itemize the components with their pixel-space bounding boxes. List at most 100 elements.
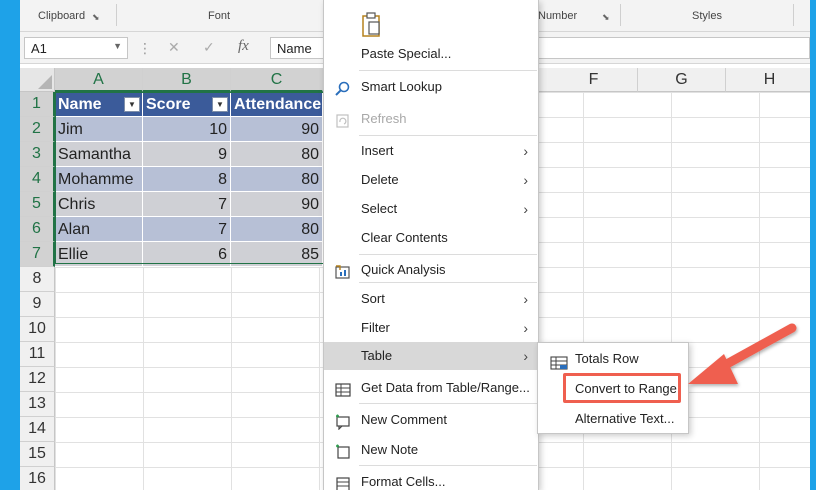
- menu-separator: [359, 135, 537, 136]
- menu-item-get-data[interactable]: Get Data from Table/Range...: [324, 374, 538, 402]
- column-header-b[interactable]: B: [143, 68, 231, 92]
- chevron-right-icon: ›: [523, 201, 528, 217]
- insert-function-icon[interactable]: fx: [238, 38, 249, 55]
- ribbon-group-font: Font: [208, 10, 231, 22]
- ribbon-group-number: Number: [538, 10, 578, 22]
- menu-item-quick-analysis[interactable]: Quick Analysis: [324, 256, 538, 284]
- menu-item-smart-lookup[interactable]: Smart Lookup: [324, 73, 538, 101]
- name-box-value: A1: [31, 41, 47, 56]
- menu-item-filter[interactable]: Filter ›: [324, 314, 538, 342]
- table-cell-attendance[interactable]: 90: [231, 117, 323, 142]
- table-cell-score[interactable]: 7: [143, 217, 231, 242]
- menu-item-label: Refresh: [361, 111, 407, 126]
- ribbon-separator: [793, 4, 794, 26]
- row-header-13[interactable]: 13: [20, 392, 55, 417]
- name-box-dropdown-icon[interactable]: ▼: [113, 41, 122, 51]
- table-cell-score[interactable]: 7: [143, 192, 231, 217]
- table-cell-score[interactable]: 10: [143, 117, 231, 142]
- row-header-4[interactable]: 4: [20, 167, 55, 192]
- row-header-2[interactable]: 2: [20, 117, 55, 142]
- column-header-a[interactable]: A: [55, 68, 143, 92]
- window-frame-right: [810, 0, 816, 490]
- table-cell-attendance[interactable]: 90: [231, 192, 323, 217]
- table-cell-name[interactable]: Chris: [55, 192, 143, 217]
- window-frame-left: [0, 0, 20, 490]
- row-header-6[interactable]: 6: [20, 217, 55, 242]
- table-cell-name[interactable]: Ellie: [55, 242, 143, 267]
- menu-item-label: New Comment: [361, 412, 447, 427]
- table-header-cell[interactable]: Score ▼: [143, 92, 231, 117]
- menu-item-label: Smart Lookup: [361, 79, 442, 94]
- table-cell-score[interactable]: 6: [143, 242, 231, 267]
- new-comment-icon: [334, 412, 352, 431]
- row-header-14[interactable]: 14: [20, 417, 55, 442]
- menu-item-sort[interactable]: Sort ›: [324, 285, 538, 313]
- column-header-h[interactable]: H: [726, 68, 810, 92]
- table-header-cell[interactable]: Name ▼: [55, 92, 143, 117]
- filter-dropdown-icon[interactable]: ▼: [212, 97, 228, 112]
- table-cell-attendance[interactable]: 80: [231, 217, 323, 242]
- ribbon-separator: [620, 4, 621, 26]
- row-header-3[interactable]: 3: [20, 142, 55, 167]
- menu-item-refresh[interactable]: Refresh: [324, 105, 538, 133]
- menu-item-clear-contents[interactable]: Clear Contents: [324, 224, 538, 252]
- cancel-icon[interactable]: ✕: [168, 39, 180, 56]
- menu-item-label: Get Data from Table/Range...: [361, 380, 530, 395]
- name-box[interactable]: A1 ▼: [24, 37, 128, 59]
- row-header-9[interactable]: 9: [20, 292, 55, 317]
- column-header-c[interactable]: C: [231, 68, 323, 92]
- row-header-10[interactable]: 10: [20, 317, 55, 342]
- enter-icon[interactable]: ✓: [203, 39, 215, 56]
- row-header-5[interactable]: 5: [20, 192, 55, 217]
- clipboard-launcher-icon[interactable]: ⬊: [92, 12, 100, 23]
- menu-item-format-cells[interactable]: Format Cells...: [324, 468, 538, 490]
- menu-item-select[interactable]: Select ›: [324, 195, 538, 223]
- row-header-15[interactable]: 15: [20, 442, 55, 467]
- submenu-item-alternative-text[interactable]: Alternative Text...: [538, 405, 688, 433]
- ribbon-group-styles: Styles: [692, 10, 722, 22]
- table-cell-score[interactable]: 9: [143, 142, 231, 167]
- row-header-16[interactable]: 16: [20, 467, 55, 490]
- row-header-7[interactable]: 7: [20, 242, 55, 267]
- number-launcher-icon[interactable]: ⬊: [602, 12, 610, 23]
- table-header-cell[interactable]: Attendance: [231, 92, 323, 117]
- menu-item-delete[interactable]: Delete ›: [324, 166, 538, 194]
- format-cells-icon: [334, 474, 352, 490]
- select-all-icon: [38, 75, 52, 89]
- table-cell-name[interactable]: Samantha: [55, 142, 143, 167]
- paste-icon-row[interactable]: [324, 6, 538, 42]
- column-header-f[interactable]: F: [550, 68, 638, 92]
- row-header-1[interactable]: 1: [20, 92, 55, 117]
- chevron-right-icon: ›: [523, 143, 528, 159]
- table-cell-name[interactable]: Alan: [55, 217, 143, 242]
- table-cell-name[interactable]: Mohamme: [55, 167, 143, 192]
- submenu-item-totals-row[interactable]: Totals Row: [538, 345, 688, 373]
- menu-separator: [359, 282, 537, 283]
- ribbon-separator: [116, 4, 117, 26]
- row-header-12[interactable]: 12: [20, 367, 55, 392]
- excel-window: Clipboard ⬊ Font Number ⬊ Styles A1 ▼ ⋮ …: [20, 0, 810, 490]
- row-header-8[interactable]: 8: [20, 267, 55, 292]
- menu-item-new-note[interactable]: New Note: [324, 436, 538, 464]
- table-cell-attendance[interactable]: 80: [231, 167, 323, 192]
- table-header-attendance: Attendance: [234, 96, 322, 113]
- chevron-right-icon: ›: [523, 320, 528, 336]
- table-cell-attendance[interactable]: 80: [231, 142, 323, 167]
- menu-item-new-comment[interactable]: New Comment: [324, 406, 538, 434]
- table-cell-name[interactable]: Jim: [55, 117, 143, 142]
- quick-analysis-icon: [334, 262, 352, 279]
- table-cell-score[interactable]: 8: [143, 167, 231, 192]
- filter-dropdown-icon[interactable]: ▼: [124, 97, 140, 112]
- table-cell-attendance[interactable]: 85: [231, 242, 323, 267]
- chevron-right-icon: ›: [523, 172, 528, 188]
- menu-item-table[interactable]: Table ›: [324, 342, 538, 370]
- totals-row-icon: [550, 352, 568, 370]
- select-all-button[interactable]: [20, 68, 55, 92]
- menu-item-insert[interactable]: Insert ›: [324, 137, 538, 165]
- menu-item-paste-special[interactable]: Paste Special...: [324, 40, 538, 68]
- callout-arrow-icon: [688, 323, 797, 384]
- row-header-11[interactable]: 11: [20, 342, 55, 367]
- paste-clipboard-icon[interactable]: [361, 12, 383, 38]
- menu-item-label: New Note: [361, 442, 419, 457]
- column-header-g[interactable]: G: [638, 68, 726, 92]
